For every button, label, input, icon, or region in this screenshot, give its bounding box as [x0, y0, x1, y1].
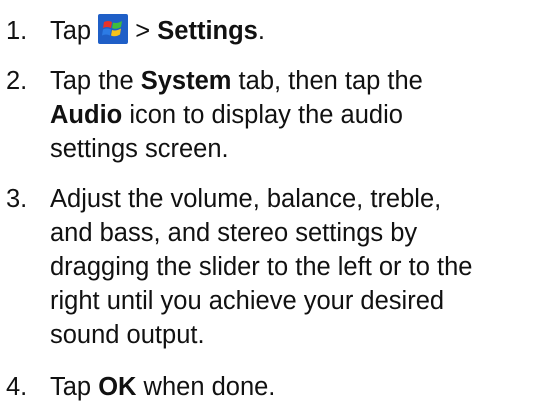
audio-term: Audio — [50, 101, 123, 129]
step-text: Tap > Settings. — [50, 14, 532, 48]
step-text: Adjust the volume, balance, treble, and … — [50, 182, 532, 352]
step-number: 2. — [6, 67, 28, 95]
ok-term: OK — [98, 373, 137, 401]
system-term: System — [140, 67, 232, 95]
step-line: sound output. — [50, 321, 205, 349]
step-text: Tap the System tab, then tap the Audio i… — [50, 64, 532, 166]
windows-start-icon — [98, 14, 129, 44]
step-line: settings screen. — [50, 135, 229, 163]
step-line: Adjust the volume, balance, treble, — [50, 185, 442, 213]
step-line: dragging the slider to the left or to th… — [50, 253, 473, 281]
step-number: 4. — [6, 373, 28, 401]
step-line: Tap the System tab, then tap the — [50, 67, 423, 95]
step-number: 1. — [6, 17, 28, 45]
step-text: Tap OK when done. — [50, 373, 276, 401]
step-line: right until you achieve your desired — [50, 287, 445, 315]
step-line: and bass, and stereo settings by — [50, 219, 418, 247]
step-line: Audio icon to display the audio — [50, 101, 403, 129]
step-number: 3. — [6, 185, 28, 213]
settings-term: Settings — [157, 17, 258, 45]
